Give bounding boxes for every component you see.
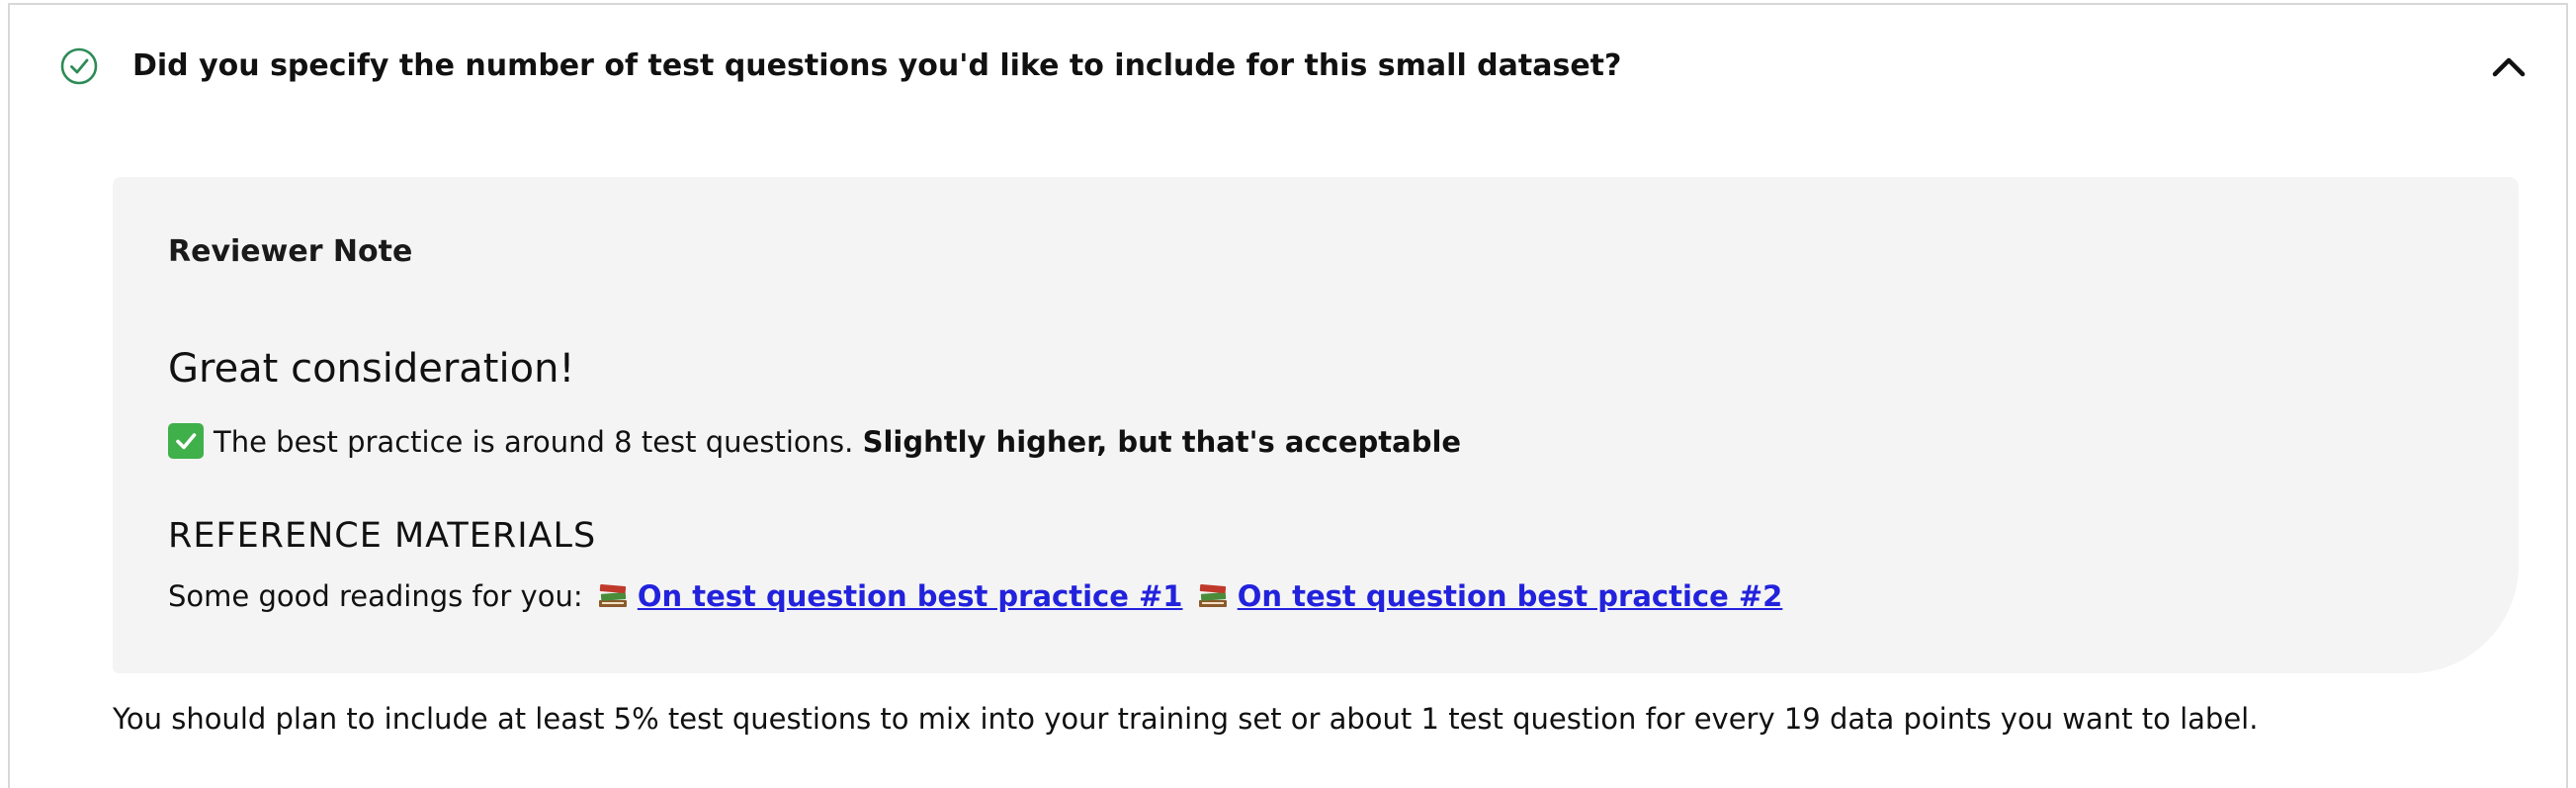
reference-materials-heading: REFERENCE MATERIALS — [168, 516, 597, 556]
check-circle-icon — [59, 46, 99, 86]
reference-link-1[interactable]: On test question best practice #1 — [638, 579, 1183, 613]
books-icon — [1196, 580, 1230, 610]
chevron-up-icon[interactable] — [2487, 46, 2531, 86]
question-header[interactable]: Did you specify the number of test quest… — [10, 5, 2566, 124]
best-practice-line: The best practice is around 8 test quest… — [168, 422, 1461, 462]
readings-line: Some good readings for you: On test ques… — [168, 576, 1782, 616]
books-icon — [596, 580, 630, 610]
best-practice-text: The best practice is around 8 test quest… — [214, 425, 854, 459]
reviewer-note-title: Great consideration! — [168, 346, 575, 392]
review-card: Did you specify the number of test quest… — [8, 3, 2568, 788]
readings-prefix: Some good readings for you: — [168, 579, 583, 613]
check-mark-icon — [168, 423, 204, 459]
reviewer-note-label: Reviewer Note — [168, 234, 413, 269]
best-practice-emphasis: Slightly higher, but that's acceptable — [862, 425, 1462, 459]
guidance-text: You should plan to include at least 5% t… — [113, 702, 2259, 736]
reviewer-note-panel: Reviewer Note Great consideration! The b… — [113, 177, 2519, 673]
reference-link-2[interactable]: On test question best practice #2 — [1238, 579, 1783, 613]
question-text: Did you specify the number of test quest… — [132, 48, 1622, 83]
